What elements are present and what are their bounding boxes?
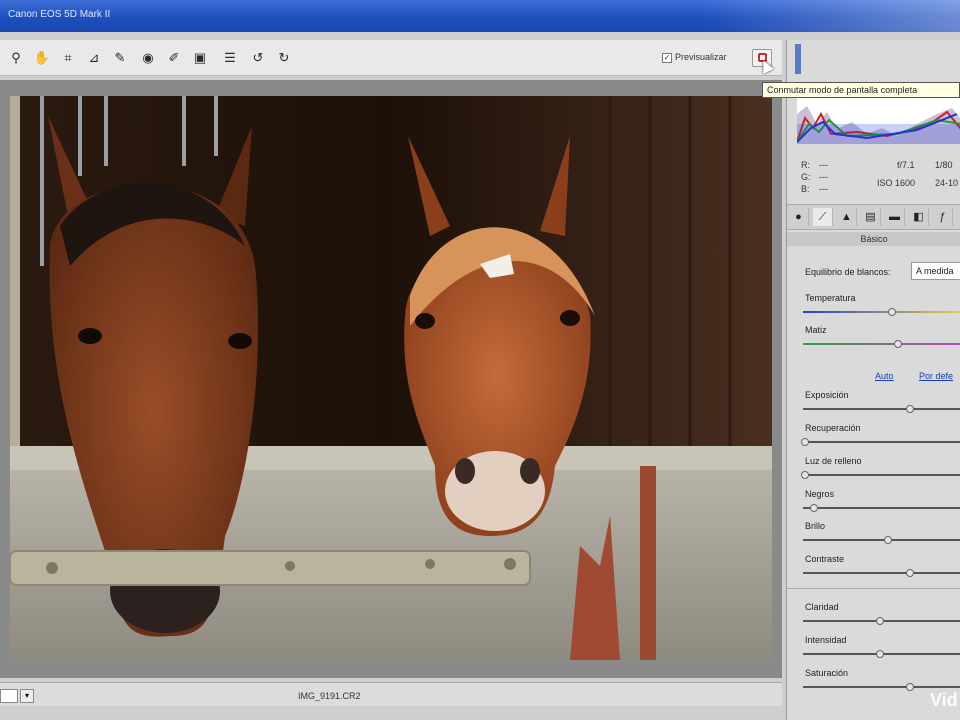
image-canvas[interactable]: [0, 80, 782, 678]
tab-detail-icon[interactable]: ▲: [837, 208, 857, 226]
tab-lens-icon[interactable]: ◧: [909, 208, 929, 226]
aperture-value: f/7.1: [897, 160, 915, 170]
slider-label: Claridad: [805, 602, 839, 612]
shutter-value: 1/80: [935, 160, 953, 170]
preview-check-icon[interactable]: ✓: [662, 52, 672, 63]
zoom-tool-icon[interactable]: ⚲: [6, 49, 26, 67]
gradient-filter-icon[interactable]: ▣: [190, 49, 210, 67]
slider-track[interactable]: [803, 441, 960, 443]
slider-thumb[interactable]: [801, 438, 809, 446]
red-eye-icon[interactable]: ◉: [138, 49, 158, 67]
slider-thumb[interactable]: [894, 340, 902, 348]
title-bar: Canon EOS 5D Mark II: [0, 0, 960, 32]
rotate-left-icon[interactable]: ↺: [248, 49, 268, 67]
slider-thumb[interactable]: [883, 536, 892, 544]
slider-label: Negros: [805, 489, 835, 499]
slider-thumb[interactable]: [906, 405, 914, 413]
hand-tool-icon[interactable]: ✋: [32, 49, 52, 67]
tab-fx-icon[interactable]: ƒ: [933, 208, 953, 226]
slider-track[interactable]: [803, 572, 960, 574]
b-value: ---: [819, 184, 828, 194]
b-label: B:: [801, 184, 810, 194]
g-value: ---: [819, 172, 828, 182]
slider-track[interactable]: [803, 311, 960, 313]
r-value: ---: [819, 160, 828, 170]
crop-tool-icon[interactable]: ⌗: [58, 49, 78, 67]
panel-divider: [787, 588, 960, 589]
slider-label: Temperatura: [805, 293, 856, 303]
auto-link[interactable]: Auto: [875, 371, 894, 381]
zoom-level-field[interactable]: [0, 689, 18, 703]
slider-label: Saturación: [805, 668, 849, 678]
slider-thumb[interactable]: [906, 683, 914, 691]
rotate-right-icon[interactable]: ↻: [274, 49, 294, 67]
slider-thumb[interactable]: [801, 471, 809, 479]
preview-label: Previsualizar: [675, 52, 727, 62]
tab-hsl-icon[interactable]: ▤: [861, 208, 881, 226]
filename-label: IMG_9191.CR2: [298, 691, 361, 701]
slider-thumb[interactable]: [876, 650, 884, 658]
slider-thumb[interactable]: [810, 504, 818, 512]
default-link[interactable]: Por defe: [919, 371, 953, 381]
slider-thumb[interactable]: [876, 617, 884, 625]
window-title: Canon EOS 5D Mark II: [8, 9, 111, 20]
slider-track[interactable]: [803, 507, 960, 509]
spot-removal-icon[interactable]: ✎: [110, 49, 130, 67]
r-label: R:: [801, 160, 810, 170]
slider-label: Luz de relleno: [805, 456, 862, 466]
histogram-clipping-indicator[interactable]: [795, 44, 801, 74]
slider-track[interactable]: [803, 686, 960, 688]
adjustments-panel: R: --- G: --- B: --- f/7.1 1/80 ISO 1600…: [786, 40, 960, 720]
slider-track[interactable]: [803, 408, 960, 410]
lens-value: 24-10: [935, 178, 959, 188]
white-balance-select[interactable]: A medida: [911, 262, 960, 280]
slider-thumb[interactable]: [888, 308, 896, 316]
slider-label: Recuperación: [805, 423, 861, 433]
white-balance-label: Equilibrio de blancos:: [805, 267, 891, 277]
panel-tabs: ● ⟋ ▲ ▤ ▬ ◧ ƒ: [787, 204, 960, 230]
straighten-tool-icon[interactable]: ⊿: [84, 49, 104, 67]
slider-thumb[interactable]: [906, 569, 914, 577]
tooltip: Conmutar modo de pantalla completa: [762, 82, 960, 98]
slider-track[interactable]: [803, 343, 960, 345]
horse-photo: [10, 96, 772, 660]
toolbar: ⚲ ✋ ⌗ ⊿ ✎ ◉ ✐ ▣ ☰ ↺ ↻ ✓ Previsualizar: [0, 40, 782, 76]
iso-value: ISO 1600: [877, 178, 916, 188]
slider-label: Matiz: [805, 325, 827, 335]
slider-label: Brillo: [805, 521, 826, 531]
slider-label: Contraste: [805, 554, 845, 564]
title-bar-highlight: [700, 0, 960, 32]
slider-label: Intensidad: [805, 635, 847, 645]
watermark: Vid: [930, 690, 958, 710]
status-bar: ▾ IMG_9191.CR2: [0, 682, 782, 706]
tab-basic-icon[interactable]: ●: [789, 208, 809, 226]
slider-track[interactable]: [803, 474, 960, 476]
camera-raw-window: Canon EOS 5D Mark II ⚲ ✋ ⌗ ⊿ ✎ ◉ ✐ ▣ ☰ ↺ ↻ ✓ Previs…: [0, 0, 960, 720]
g-label: G:: [801, 172, 811, 182]
slider-track[interactable]: [803, 539, 960, 541]
rgb-readout: R: --- G: --- B: --- f/7.1 1/80 ISO 1600…: [787, 152, 960, 202]
slider-label: Exposición: [805, 390, 849, 400]
preferences-icon[interactable]: ☰: [220, 49, 240, 67]
section-title: Básico: [787, 232, 960, 246]
brush-icon[interactable]: ✐: [164, 49, 184, 67]
tab-split-toning-icon[interactable]: ▬: [885, 208, 905, 226]
preview-checkbox[interactable]: ✓ Previsualizar: [662, 52, 727, 63]
zoom-dropdown-icon[interactable]: ▾: [20, 689, 34, 703]
tab-tone-curve-icon[interactable]: ⟋: [813, 208, 833, 226]
